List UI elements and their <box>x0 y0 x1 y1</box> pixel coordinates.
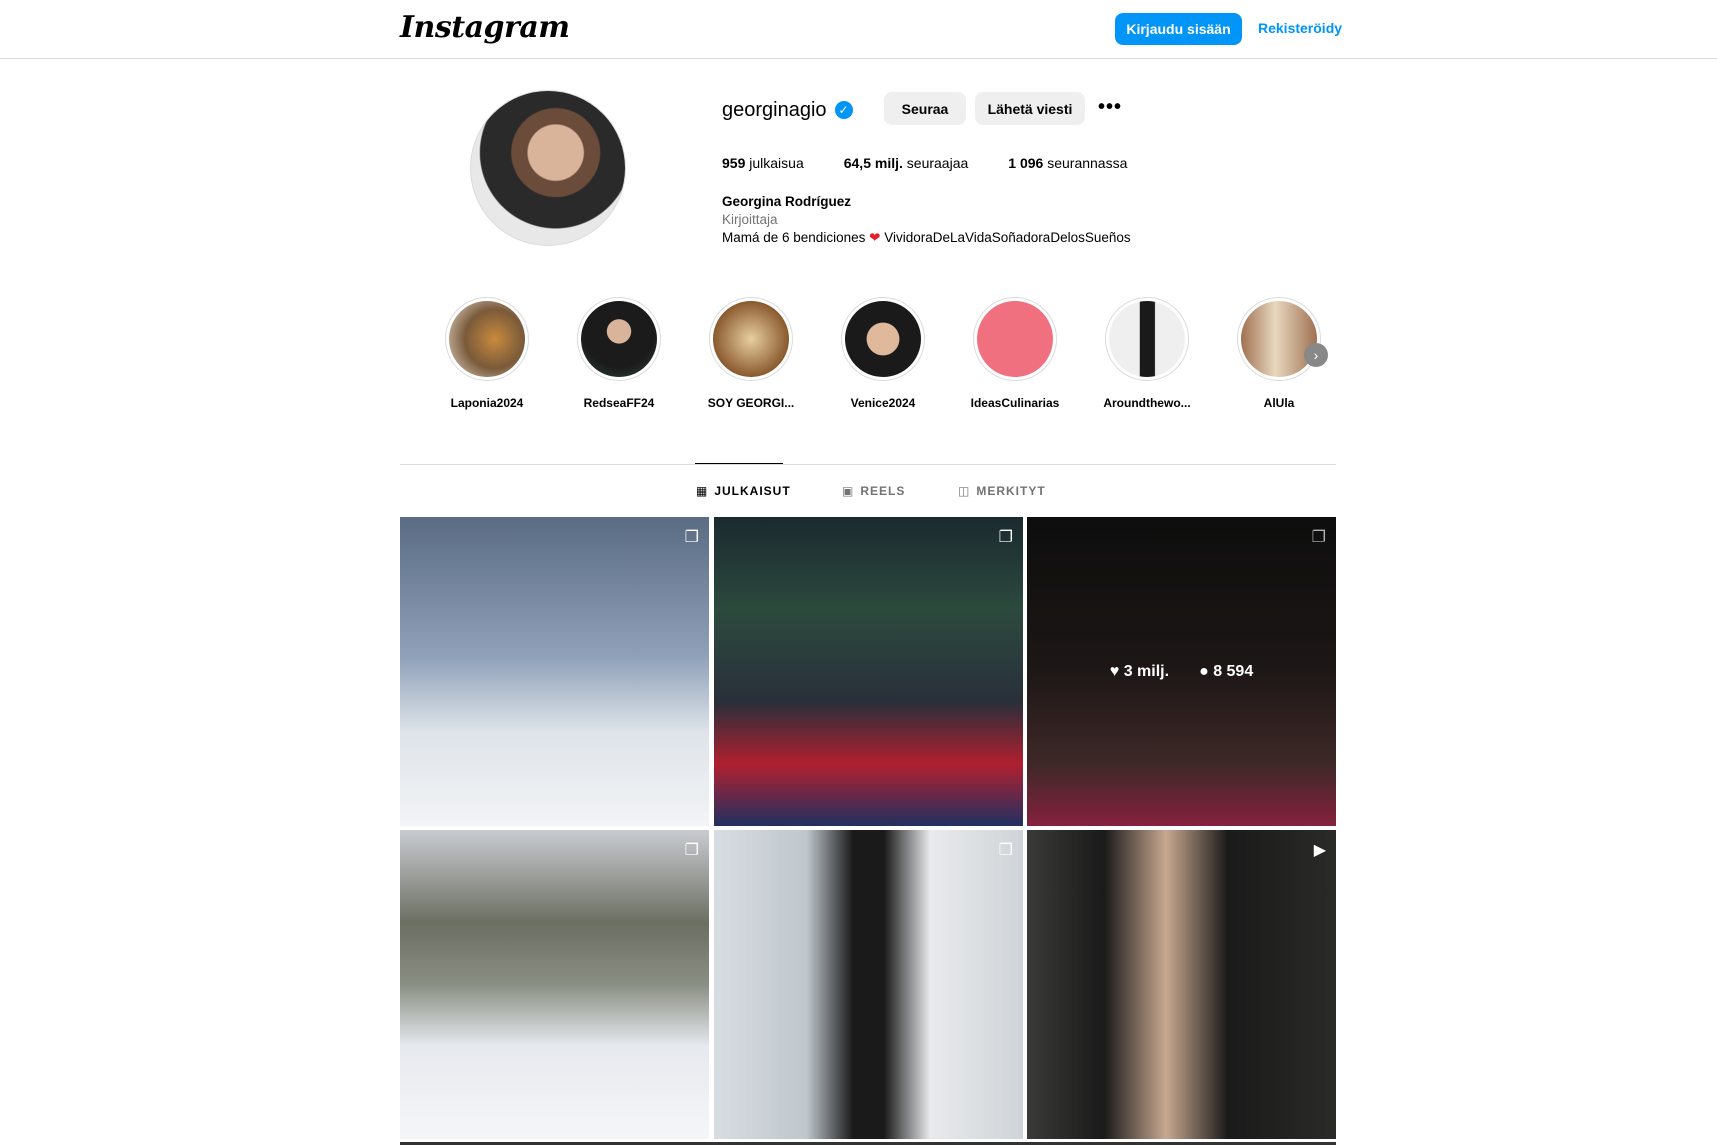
post-6[interactable]: ▶ <box>1027 830 1336 1139</box>
highlight-laponia[interactable]: Laponia2024 <box>432 297 542 410</box>
bio-text: Mamá de 6 bendiciones ❤ VividoraDeLaVida… <box>722 230 1131 245</box>
carousel-icon: ❐ <box>998 529 1013 546</box>
tab-posts[interactable]: ▦ JULKAISUT <box>696 484 791 498</box>
reels-icon: ▣ <box>842 484 855 498</box>
heart-icon: ❤ <box>869 230 881 245</box>
login-button[interactable]: Kirjaudu sisään <box>1115 13 1242 45</box>
username-row: georginagio ✓ <box>722 96 853 124</box>
highlight-venice2024[interactable]: Venice2024 <box>828 297 938 410</box>
ellipsis-icon[interactable]: ••• <box>1098 96 1122 119</box>
profile-bio: Georgina Rodríguez Kirjoittaja Mamá de 6… <box>722 193 1131 247</box>
follow-button[interactable]: Seuraa <box>884 92 966 125</box>
full-name: Georgina Rodríguez <box>722 194 852 209</box>
carousel-icon: ❐ <box>998 842 1013 859</box>
instagram-logo[interactable]: Instagram <box>400 10 570 45</box>
tabs-divider <box>400 464 1336 465</box>
carousel-icon: ❐ <box>684 529 699 546</box>
register-link[interactable]: Rekisteröidy <box>1258 20 1342 36</box>
top-navigation-bar: Instagram Kirjaudu sisään Rekisteröidy <box>0 0 1717 59</box>
active-tab-indicator <box>695 463 783 464</box>
highlight-aroundtheworld[interactable]: Aroundthewo... <box>1092 297 1202 410</box>
following-count[interactable]: 1 096 seurannassa <box>1008 155 1127 171</box>
profile-stats: 959 julkaisua 64,5 milj. seuraajaa 1 096… <box>722 155 1127 171</box>
tab-tagged[interactable]: ◫ MERKITYT <box>958 484 1046 498</box>
profile-avatar[interactable] <box>470 90 626 246</box>
reel-icon: ▶ <box>1313 842 1326 859</box>
posts-count[interactable]: 959 julkaisua <box>722 155 804 171</box>
verified-badge-icon: ✓ <box>834 101 853 119</box>
heart-icon: ♥ <box>1109 662 1120 680</box>
chevron-right-icon[interactable]: › <box>1304 343 1328 367</box>
comment-icon: ● <box>1199 662 1209 680</box>
message-button[interactable]: Lähetä viesti <box>975 92 1085 125</box>
profile-category: Kirjoittaja <box>722 212 778 227</box>
highlight-soy-georgina[interactable]: SOY GEORGI... <box>696 297 806 410</box>
tagged-icon: ◫ <box>958 484 971 498</box>
post-1[interactable]: ❐ <box>400 517 709 826</box>
post-likes: ♥ 3 milj. <box>1109 662 1170 680</box>
carousel-icon: ❐ <box>684 842 699 859</box>
highlight-redseaff24[interactable]: RedseaFF24 <box>564 297 674 410</box>
post-4[interactable]: ❐ <box>400 830 709 1139</box>
followers-count[interactable]: 64,5 milj. seuraajaa <box>844 155 969 171</box>
grid-icon: ▦ <box>696 484 709 498</box>
tab-reels[interactable]: ▣ REELS <box>842 484 905 498</box>
post-comments: ● 8 594 <box>1199 662 1254 680</box>
username: georginagio <box>722 98 827 121</box>
highlight-ideasculinarias[interactable]: IdeasCulinarias <box>960 297 1070 410</box>
post-3[interactable]: ❐ ♥ 3 milj. ● 8 594 <box>1027 517 1336 826</box>
post-2[interactable]: ❐ <box>714 517 1023 826</box>
post-hover-overlay: ♥ 3 milj. ● 8 594 <box>1027 517 1336 826</box>
post-5[interactable]: ❐ <box>714 830 1023 1139</box>
